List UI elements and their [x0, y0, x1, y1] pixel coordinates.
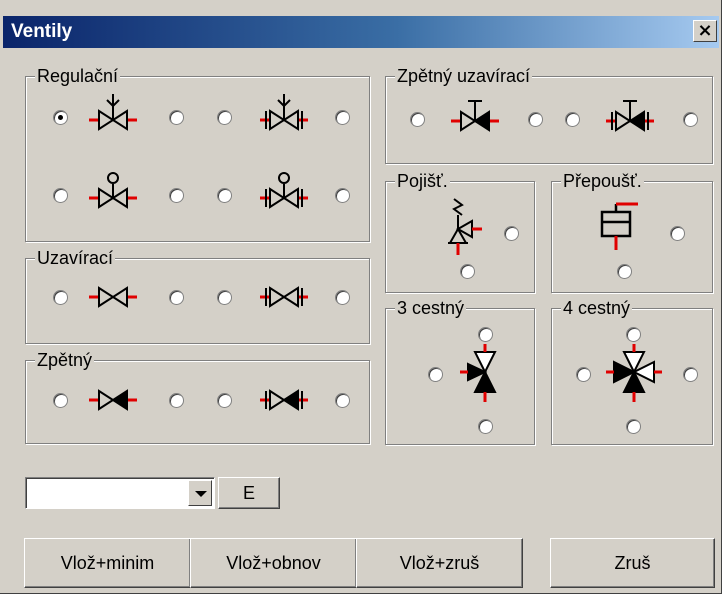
radio-ctyrcestny-top[interactable]	[626, 327, 641, 342]
radio-ctyrcestny-left[interactable]	[576, 367, 591, 382]
radio-pojist-right[interactable]	[504, 226, 519, 241]
group-label-regulacni: Regulační	[35, 66, 121, 86]
radio-trojcestny-bottom[interactable]	[478, 419, 493, 434]
three-way-valve-icon	[460, 344, 497, 402]
group-zpetny-uzaviraci: Zpětný uzavírací	[385, 66, 713, 164]
radio-uzaviraci-1-left[interactable]	[53, 290, 68, 305]
radio-regulacni-1-right[interactable]	[169, 110, 184, 125]
zrus-button[interactable]: Zruš	[550, 538, 715, 588]
vloz-obnov-button[interactable]: Vlož+obnov	[190, 538, 357, 588]
group-label-prepoust: Přepoušť.	[561, 171, 644, 191]
radio-regulacni-3-right[interactable]	[169, 188, 184, 203]
valve-arrow-flanged-icon	[260, 93, 308, 131]
check-valve-stop-icon	[451, 100, 499, 132]
check-valve-icon	[89, 389, 137, 411]
radio-zpetny-uzaviraci-2-right[interactable]	[683, 112, 698, 127]
radio-regulacni-2-right[interactable]	[335, 110, 350, 125]
group-label-zpetny: Zpětný	[35, 350, 95, 370]
vloz-minim-button[interactable]: Vlož+minim	[24, 538, 191, 588]
valve-icon	[89, 286, 137, 308]
radio-zpetny-1-left[interactable]	[53, 393, 68, 408]
chevron-down-icon[interactable]	[188, 480, 212, 506]
vloz-zrus-button[interactable]: Vlož+zruš	[356, 538, 523, 588]
group-zpetny: Zpětný	[25, 350, 370, 444]
group-label-zpetny-uzaviraci: Zpětný uzavírací	[395, 66, 533, 86]
dialog-window: Ventily × Regulační Uzavírací Zpětný Zpě…	[0, 0, 722, 594]
group-label-pojist: Pojišť.	[395, 171, 450, 191]
four-way-valve-icon	[606, 344, 662, 402]
radio-prepoust-bottom[interactable]	[617, 264, 632, 279]
title-bar[interactable]: Ventily ×	[3, 16, 719, 48]
radio-zpetny-uzaviraci-1-left[interactable]	[410, 112, 425, 127]
radio-zpetny-1-right[interactable]	[169, 393, 184, 408]
radio-uzaviraci-1-right[interactable]	[169, 290, 184, 305]
radio-zpetny-uzaviraci-1-right[interactable]	[528, 112, 543, 127]
radio-trojcestny-left[interactable]	[428, 367, 443, 382]
valve-motor-flanged-icon	[260, 172, 308, 209]
check-valve-stop-flanged-icon	[606, 100, 654, 132]
radio-prepoust-right[interactable]	[670, 226, 685, 241]
radio-uzaviraci-2-left[interactable]	[217, 290, 232, 305]
radio-trojcestny-top[interactable]	[478, 327, 493, 342]
radio-regulacni-4-right[interactable]	[335, 188, 350, 203]
radio-ctyrcestny-right[interactable]	[683, 367, 698, 382]
valve-motor-icon	[89, 172, 137, 209]
group-label-trojcestny: 3 cestný	[395, 298, 467, 318]
window-title: Ventily	[11, 21, 73, 42]
radio-pojist-bottom[interactable]	[460, 264, 475, 279]
radio-regulacni-1-left[interactable]	[53, 110, 68, 125]
valve-arrow-icon	[89, 93, 137, 131]
valve-flanged-icon	[260, 286, 308, 308]
close-button[interactable]: ×	[693, 20, 717, 42]
safety-valve-icon	[448, 198, 482, 255]
radio-zpetny-2-right[interactable]	[335, 393, 350, 408]
group-label-uzaviraci: Uzavírací	[35, 248, 116, 268]
radio-regulacni-4-left[interactable]	[217, 188, 232, 203]
group-regulacni: Regulační	[25, 66, 370, 242]
radio-zpetny-uzaviraci-2-left[interactable]	[565, 112, 580, 127]
radio-regulacni-3-left[interactable]	[53, 188, 68, 203]
overflow-valve-icon	[600, 202, 638, 250]
radio-zpetny-2-left[interactable]	[217, 393, 232, 408]
valve-type-combo[interactable]	[25, 477, 215, 509]
radio-uzaviraci-2-right[interactable]	[335, 290, 350, 305]
group-uzaviraci: Uzavírací	[25, 248, 370, 344]
radio-ctyrcestny-bottom[interactable]	[626, 419, 641, 434]
radio-regulacni-2-left[interactable]	[217, 110, 232, 125]
e-button[interactable]: E	[218, 477, 280, 509]
group-label-ctyrcestny: 4 cestný	[561, 298, 633, 318]
check-valve-flanged-icon	[260, 389, 308, 411]
